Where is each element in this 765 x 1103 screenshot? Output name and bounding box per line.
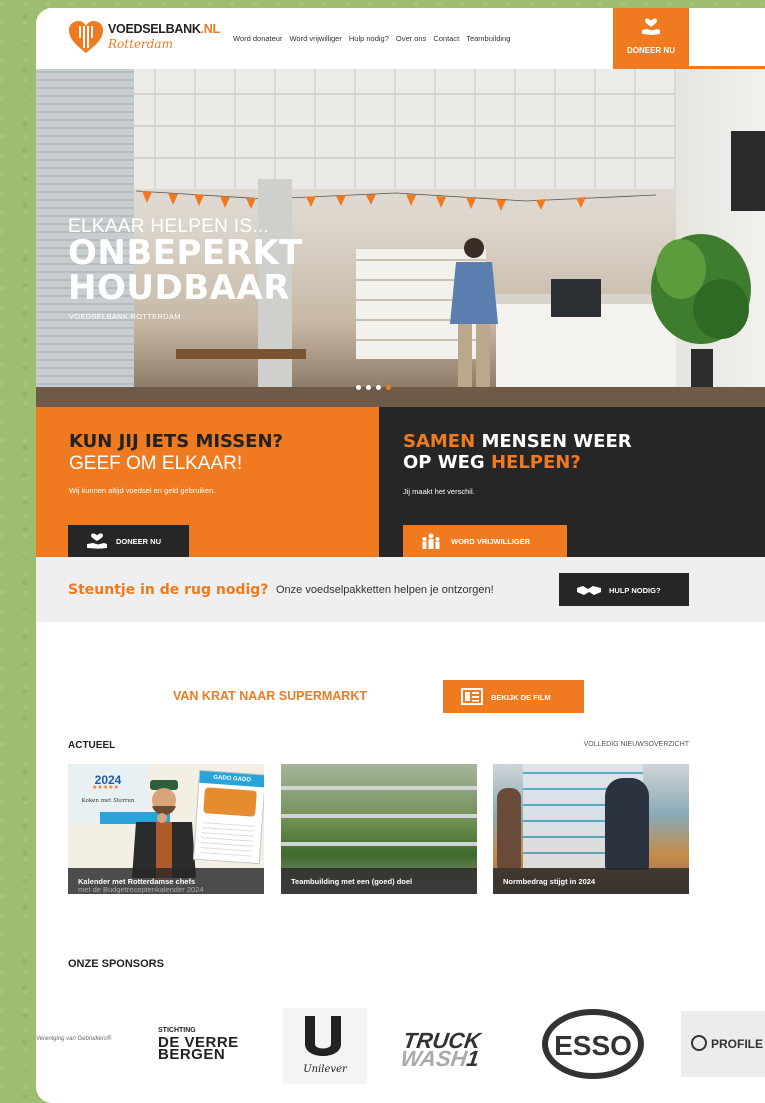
header-donate-button[interactable]: DONEER NU xyxy=(613,8,689,69)
promo-donate-title: KUN JIJ IETS MISSEN? xyxy=(69,431,283,452)
hero-image-monitor xyxy=(551,279,601,317)
produce-shelf xyxy=(281,842,477,846)
film-icon xyxy=(461,688,483,705)
volunteers-icon xyxy=(422,533,440,549)
page-frame: VOEDSELBANK.NL Rotterdam Word donateur W… xyxy=(36,8,765,1103)
slider-dot-4[interactable] xyxy=(386,385,391,390)
sponsors-heading: ONZE SPONSORS xyxy=(68,958,164,970)
sponsor-logo-de-verre-bergen[interactable]: STICHTING DE VERRE BERGEN xyxy=(158,1025,239,1062)
nav-item-word-donateur[interactable]: Word donateur xyxy=(233,34,282,43)
nav-item-hulp-nodig[interactable]: Hulp nodig? xyxy=(349,34,389,43)
hero-image-bunting xyxy=(136,190,656,211)
header-donate-label: DONEER NU xyxy=(626,46,675,55)
heart-hand-icon xyxy=(87,533,107,549)
hero-image-person xyxy=(450,238,498,400)
hero-image-ceiling-grid xyxy=(36,69,765,189)
handshake-icon xyxy=(577,586,601,595)
promo-donate-button[interactable]: DONEER NU xyxy=(68,525,189,557)
unilever-u-icon xyxy=(305,1016,341,1056)
shopper-figure xyxy=(605,778,649,870)
sponsor-logo-truck-wash[interactable]: TRUCK WASH1 xyxy=(399,1028,482,1071)
news-card-title: Normbedrag stijgt in 2024 xyxy=(503,877,596,886)
heart-hand-icon xyxy=(642,18,660,35)
stars-icon: ★★★★★ xyxy=(92,785,119,791)
recipe-card: GADO GADO xyxy=(192,769,264,865)
hero-title-line-1: ONBEPERKT xyxy=(68,233,303,273)
sponsor-text: WASH xyxy=(399,1046,469,1071)
recipe-text-lines xyxy=(200,819,255,857)
promo-donate-text: Wij kunnen altijd voedsel en geld gebrui… xyxy=(69,486,216,495)
watch-film-button-label: BEKIJK DE FILM xyxy=(491,693,551,702)
film-title: VAN KRAT NAAR SUPERMARKT xyxy=(173,689,367,703)
hero-slider-dots xyxy=(356,385,391,390)
hero-image-screen xyxy=(731,131,765,211)
news-card[interactable]: Teambuilding met een (goed) doel xyxy=(281,764,477,894)
help-lead: Steuntje in de rug nodig? xyxy=(68,582,269,598)
help-button-label: HULP NODIG? xyxy=(609,586,661,595)
hero-image-table xyxy=(176,349,306,359)
sponsor-logo-esso[interactable]: ESSO xyxy=(541,1008,645,1080)
hero-title-line-2: HOUDBAAR xyxy=(68,268,290,308)
logo-city: Rotterdam xyxy=(108,37,173,51)
promo-volunteer-text: Jij maakt het verschil. xyxy=(403,487,475,496)
slider-dot-2[interactable] xyxy=(366,385,371,390)
promo-donate-panel: KUN JIJ IETS MISSEN? GEEF OM ELKAAR! Wij… xyxy=(36,407,379,557)
heart-fork-logo-icon xyxy=(69,21,103,53)
sponsor-text: Unilever xyxy=(303,1064,347,1075)
site-header: VOEDSELBANK.NL Rotterdam Word donateur W… xyxy=(36,8,765,69)
sponsor-logo-profile[interactable]: PROFILE xyxy=(681,1011,765,1077)
news-card-title: Teambuilding met een (goed) doel xyxy=(291,877,413,886)
news-card-caption: Normbedrag stijgt in 2024 xyxy=(493,868,689,894)
produce-shelf xyxy=(281,814,477,818)
sponsor-text: ESSO xyxy=(554,1030,632,1061)
help-strip: Steuntje in de rug nodig? Onze voedselpa… xyxy=(36,557,765,622)
sponsor-text: PROFILE xyxy=(711,1037,764,1051)
news-card[interactable]: Normbedrag stijgt in 2024 xyxy=(493,764,689,894)
slider-dot-3[interactable] xyxy=(376,385,381,390)
sponsor-logo-unilever[interactable]: Unilever xyxy=(283,1008,367,1084)
hero-image-plant xyxy=(651,234,751,394)
chef-photo xyxy=(132,780,196,878)
recipe-title: GADO GADO xyxy=(199,770,264,788)
news-heading: ACTUEEL xyxy=(68,740,116,751)
profile-p-icon xyxy=(691,1035,707,1051)
news-card-subtitle: met de Budgetreceptenkalender 2024 xyxy=(78,885,204,894)
hero-title: ONBEPERKT HOUDBAAR xyxy=(68,236,303,306)
recipe-dish xyxy=(203,787,257,817)
hero-image-floor xyxy=(36,387,765,407)
main-nav: Word donateur Word vrijwilliger Hulp nod… xyxy=(233,34,510,43)
news-card[interactable]: 2024 ★★★★★ Koken met Sterren GADO GADO K… xyxy=(68,764,264,894)
promo-donate-button-label: DONEER NU xyxy=(116,537,162,546)
help-text: Onze voedselpakketten helpen je ontzorge… xyxy=(276,584,494,596)
promo-volunteer-button[interactable]: WORD VRIJWILLIGER xyxy=(403,525,567,557)
nav-item-word-vrijwilliger[interactable]: Word vrijwilliger xyxy=(289,34,341,43)
sponsor-logo-vereniging[interactable]: Vereniging van Gebruikers® xyxy=(36,1036,111,1042)
promo-donate-subtitle: GEEF OM ELKAAR! xyxy=(69,453,243,474)
watch-film-button[interactable]: BEKIJK DE FILM xyxy=(443,680,584,713)
produce-shelf xyxy=(281,786,477,790)
help-button[interactable]: HULP NODIG? xyxy=(559,573,689,606)
nav-item-contact[interactable]: Contact xyxy=(433,34,459,43)
news-overview-link[interactable]: VOLLEDIG NIEUWSOVERZICHT xyxy=(526,741,689,748)
hero-subtitle: VOEDSELBANK ROTTERDAM xyxy=(69,312,181,321)
promo-volunteer-title: SAMEN MENSEN WEER OP WEG HELPEN? xyxy=(403,431,632,473)
sponsor-text: 1 xyxy=(465,1046,481,1071)
nav-item-teambuilding[interactable]: Teambuilding xyxy=(466,34,510,43)
promo-volunteer-panel: SAMEN MENSEN WEER OP WEG HELPEN? Jij maa… xyxy=(379,407,765,557)
slider-dot-1[interactable] xyxy=(356,385,361,390)
site-logo[interactable]: VOEDSELBANK.NL Rotterdam xyxy=(68,20,220,56)
nav-item-over-ons[interactable]: Over ons xyxy=(396,34,426,43)
logo-title: VOEDSELBANK.NL xyxy=(108,22,220,36)
promo-volunteer-button-label: WORD VRIJWILLIGER xyxy=(451,537,531,546)
hero-banner: ELKAAR HELPEN IS... ONBEPERKT HOUDBAAR V… xyxy=(36,69,765,407)
news-card-caption: Teambuilding met een (goed) doel xyxy=(281,868,477,894)
shopper-figure xyxy=(497,788,521,868)
